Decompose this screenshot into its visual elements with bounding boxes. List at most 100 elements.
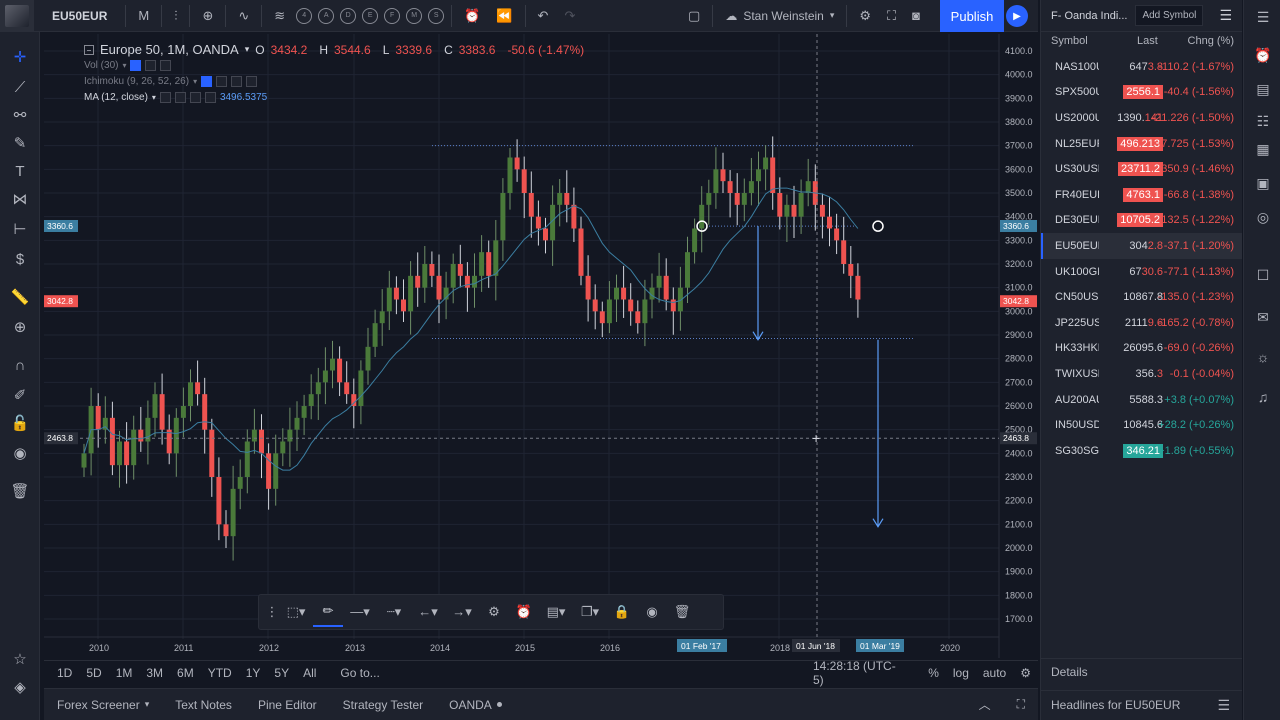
eye-icon[interactable] [159, 92, 171, 103]
circle-marker[interactable] [872, 220, 884, 232]
candle-body[interactable] [614, 287, 619, 300]
candle-body[interactable] [230, 488, 236, 537]
details-panel[interactable]: Details [1041, 658, 1242, 684]
lock-icon[interactable]: 🔒 [607, 597, 637, 627]
candle-body[interactable] [564, 193, 570, 205]
eye-icon[interactable] [130, 60, 142, 71]
watchlist-row[interactable]: SPX500USD2556.1-40.4 (-1.56%) [1041, 80, 1242, 106]
candle-body[interactable] [109, 417, 115, 466]
candle-body[interactable] [330, 358, 335, 371]
candle-body[interactable] [209, 429, 215, 477]
more-icon[interactable] [204, 92, 216, 103]
candle-body[interactable] [358, 370, 364, 407]
candle-body[interactable] [592, 299, 598, 312]
dollar-icon[interactable]: $ [8, 248, 32, 272]
fib-icon[interactable]: ⚯ [8, 104, 32, 128]
candle-body[interactable] [180, 406, 186, 418]
candle-body[interactable] [819, 204, 825, 217]
indicator-shortcut-s[interactable]: S [428, 7, 445, 24]
candle-body[interactable] [777, 193, 783, 217]
watchlist-icon[interactable]: ☰ [1252, 6, 1274, 28]
candle-body[interactable] [81, 453, 87, 468]
candle-body[interactable] [237, 477, 243, 489]
candle-body[interactable] [713, 169, 719, 193]
zoom-in-icon[interactable]: ⊕ [8, 316, 32, 340]
tab-forex-screener[interactable]: Forex Screener ▾ [44, 698, 162, 712]
chevron-up-icon[interactable]: ︿ [966, 696, 1004, 713]
range-3m[interactable]: 3M [139, 666, 170, 680]
candle-body[interactable] [571, 204, 577, 229]
candle-body[interactable] [748, 181, 754, 193]
column-change[interactable]: Chng (%) [1188, 35, 1234, 47]
legend-title[interactable]: Europe 50, 1M, OANDA [100, 42, 239, 57]
templates-icon[interactable]: ≋ [266, 0, 293, 32]
column-symbol[interactable]: Symbol [1051, 35, 1088, 47]
range-1m[interactable]: 1M [109, 666, 140, 680]
candle-body[interactable] [287, 429, 293, 442]
column-last[interactable]: Last [1137, 35, 1158, 47]
candle-body[interactable] [500, 193, 506, 241]
candle-body[interactable] [159, 394, 165, 430]
range-1y[interactable]: 1Y [239, 666, 268, 680]
pencil-icon[interactable]: ✏ [313, 597, 343, 627]
candle-body[interactable] [251, 429, 257, 442]
replay-icon[interactable]: ⏪ [488, 0, 520, 32]
watchlist-row[interactable]: CN50USD 10867.8-135.0 (-1.23%) [1041, 284, 1242, 310]
candle-body[interactable] [528, 193, 534, 217]
candle-body[interactable] [670, 299, 676, 312]
data-window-icon[interactable]: ▤ [1252, 78, 1274, 100]
watchlist-row[interactable]: IN50USD 10845.6 +28.2 (+0.26%) [1041, 412, 1242, 438]
indicator-shortcut-4[interactable]: 4 [296, 7, 313, 24]
layout-name-button[interactable]: ☁ Stan Weinstein ▾ [717, 9, 842, 23]
candle-body[interactable] [294, 417, 300, 430]
symbol-search-button[interactable]: EU50EUR [34, 9, 121, 23]
drag-handle-icon[interactable]: ⋮ [265, 597, 279, 627]
alert-add-icon[interactable]: ⏰ [509, 597, 539, 627]
range-6m[interactable]: 6M [170, 666, 201, 680]
candle-body[interactable] [308, 394, 314, 406]
alert-icon[interactable]: ⏰ [456, 0, 488, 32]
user-avatar[interactable] [0, 0, 34, 32]
candle-body[interactable] [457, 264, 463, 276]
candle-body[interactable] [244, 441, 250, 478]
notifications-icon[interactable]: ♫ [1252, 386, 1274, 408]
candle-body[interactable] [372, 323, 378, 347]
candle-body[interactable] [841, 240, 847, 264]
settings-icon[interactable] [216, 76, 228, 87]
candle-body[interactable] [422, 264, 428, 288]
range-5y[interactable]: 5Y [267, 666, 296, 680]
settings-icon[interactable]: ⚙ [851, 0, 879, 32]
candle-body[interactable] [223, 524, 229, 537]
lock-icon[interactable]: 🔓 [8, 412, 32, 436]
close-icon[interactable] [160, 60, 172, 71]
compare-icon[interactable]: ⊕ [194, 0, 221, 32]
candle-body[interactable] [322, 370, 328, 383]
candle-body[interactable] [706, 193, 712, 205]
text-icon[interactable]: T [8, 160, 32, 184]
clock[interactable]: 14:28:18 (UTC-5) [806, 659, 907, 687]
candle-body[interactable] [152, 394, 158, 418]
layout-select-icon[interactable]: ▢ [680, 0, 708, 32]
candle-body[interactable] [216, 477, 222, 525]
calendar-icon[interactable]: ▦ [1252, 138, 1274, 160]
magnet-icon[interactable]: ∩ [8, 354, 32, 378]
tab-strategy-tester[interactable]: Strategy Tester [330, 698, 436, 712]
settings-icon[interactable] [145, 60, 157, 71]
play-icon[interactable]: ▶ [1006, 5, 1028, 27]
watchlist-row[interactable]: EU50EUR 3042.8-37.1 (-1.20%) [1041, 233, 1242, 259]
candle-body[interactable] [117, 441, 122, 466]
price-chart[interactable]: 4100.0 4000.0 3900.0 3800.0 3700.0 3600.0 3500… [44, 34, 1038, 658]
measure-icon[interactable]: ⊢ [8, 218, 32, 242]
candle-body[interactable] [578, 228, 584, 276]
tab-pine-editor[interactable]: Pine Editor [245, 698, 330, 712]
candle-body[interactable] [763, 157, 769, 170]
candle-body[interactable] [365, 346, 371, 371]
candle-body[interactable] [429, 264, 435, 276]
candle-body[interactable] [514, 157, 520, 170]
candle-body[interactable] [472, 275, 477, 288]
ruler-icon[interactable]: 📏 [8, 286, 32, 310]
crosshair-icon[interactable]: ✛ [8, 46, 32, 70]
candle-body[interactable] [685, 252, 690, 288]
auto-button[interactable]: auto [976, 666, 1013, 680]
watchlist-row[interactable]: UK100GBP 6730.6-77.1 (-1.13%) [1041, 259, 1242, 285]
